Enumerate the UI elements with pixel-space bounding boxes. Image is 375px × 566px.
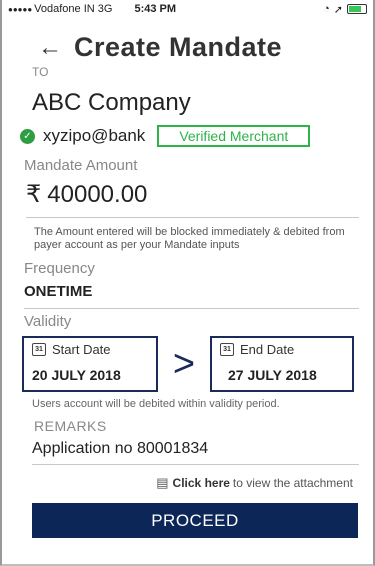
- currency-symbol: ₹: [26, 181, 42, 208]
- start-date-value: 20 JULY 2018: [32, 367, 121, 383]
- attachment-link-text[interactable]: Click here: [173, 476, 230, 490]
- carrier: Vodafone IN: [34, 3, 95, 15]
- amount-field[interactable]: ₹ 40000.00: [26, 180, 359, 218]
- mandate-screen: ●●●●● Vodafone IN 3G 5:43 PM ◔ ➚ ← Creat…: [0, 0, 375, 566]
- to-label: TO: [32, 65, 49, 79]
- frequency-divider: [24, 308, 359, 309]
- remarks-label: REMARKS: [34, 418, 107, 434]
- attachment-rest-text: to view the attachment: [232, 476, 353, 490]
- amount-note: The Amount entered will be blocked immed…: [34, 226, 345, 251]
- payee-vpa-row: ✓ xyzipo@bank Verified Merchant: [20, 125, 373, 147]
- amount-value[interactable]: 40000.00: [47, 181, 147, 209]
- verified-check-icon: ✓: [20, 128, 35, 144]
- payee-vpa: xyzipo@bank: [43, 126, 146, 145]
- proceed-button[interactable]: PROCEED: [32, 503, 358, 538]
- attachment-link[interactable]: ▤ Click here to view the attachment: [2, 475, 353, 491]
- end-date-label: End Date: [240, 342, 295, 357]
- status-time: 5:43 PM: [134, 3, 177, 15]
- verified-merchant-badge: Verified Merchant: [157, 125, 311, 147]
- document-icon: ▤: [156, 475, 169, 490]
- calendar-icon: 31: [32, 343, 46, 356]
- end-date-picker[interactable]: 31 End Date 27 JULY 2018: [210, 336, 354, 392]
- calendar-icon: 31: [220, 343, 234, 356]
- date-range-arrow: >: [172, 343, 196, 385]
- signal-icon: ●●●●●: [8, 4, 33, 14]
- battery-icon: [347, 4, 367, 14]
- start-date-picker[interactable]: 31 Start Date 20 JULY 2018: [22, 336, 158, 392]
- alarm-icon: ◔: [323, 3, 330, 15]
- header: ← Create Mandate: [2, 18, 373, 63]
- remarks-input[interactable]: Application no 80001834: [32, 440, 359, 465]
- payee-name: ABC Company: [32, 89, 191, 116]
- validity-dates: 31 Start Date 20 JULY 2018 > 31 End Date…: [22, 336, 373, 392]
- frequency-label: Frequency: [24, 260, 95, 277]
- end-date-value: 27 JULY 2018: [228, 367, 317, 383]
- validity-label: Validity: [24, 313, 72, 330]
- validity-note: Users account will be debited within val…: [32, 398, 280, 410]
- network-type: 3G: [97, 3, 113, 15]
- frequency-value[interactable]: ONETIME: [24, 283, 373, 300]
- status-bar: ●●●●● Vodafone IN 3G 5:43 PM ◔ ➚: [2, 0, 373, 18]
- back-arrow-icon[interactable]: ←: [38, 34, 74, 62]
- start-date-label: Start Date: [52, 342, 111, 357]
- location-icon: ➚: [333, 3, 343, 16]
- amount-label: Mandate Amount: [24, 157, 138, 174]
- page-title: Create Mandate: [74, 32, 283, 62]
